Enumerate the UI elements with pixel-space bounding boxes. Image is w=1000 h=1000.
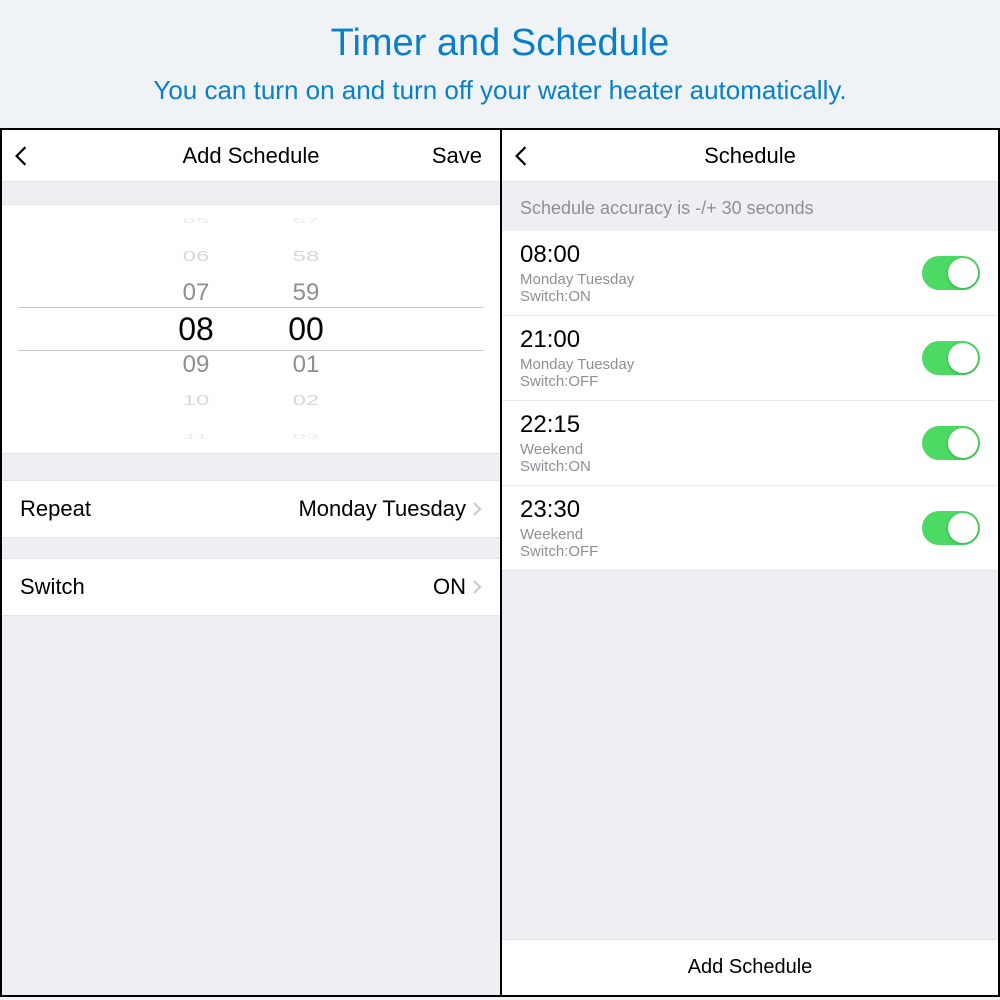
toggle-knob <box>948 428 978 458</box>
hero: Timer and Schedule You can turn on and t… <box>0 0 1000 128</box>
switch-row[interactable]: Switch ON <box>2 558 500 616</box>
minute-wheel[interactable]: 57 58 59 00 01 02 03 <box>271 205 341 453</box>
time-picker[interactable]: 05 06 07 08 09 10 11 57 58 59 00 01 02 0… <box>2 204 500 454</box>
schedule-toggle[interactable] <box>922 341 980 375</box>
schedule-toggle[interactable] <box>922 511 980 545</box>
navbar-schedule: Schedule <box>502 130 998 182</box>
phones-container: Add Schedule Save 05 06 07 08 09 10 11 5… <box>0 128 1000 997</box>
chevron-left-icon <box>14 145 28 167</box>
schedule-toggle[interactable] <box>922 426 980 460</box>
hero-subtitle: You can turn on and turn off your water … <box>0 75 1000 106</box>
chevron-right-icon <box>472 501 482 517</box>
schedule-item[interactable]: 08:00 Monday TuesdaySwitch:ON <box>502 231 998 316</box>
schedule-info: 22:15 WeekendSwitch:ON <box>520 411 922 475</box>
chevron-right-icon <box>472 579 482 595</box>
accuracy-note: Schedule accuracy is -/+ 30 seconds <box>502 182 998 231</box>
schedule-time: 23:30 <box>520 496 922 524</box>
schedule-switch-text: Switch:ON <box>520 458 922 475</box>
switch-value: ON <box>433 574 466 600</box>
toggle-knob <box>948 258 978 288</box>
schedule-switch-text: Switch:OFF <box>520 373 922 390</box>
schedule-item[interactable]: 21:00 Monday TuesdaySwitch:OFF <box>502 316 998 401</box>
back-button[interactable] <box>514 130 550 181</box>
schedule-info: 23:30 WeekendSwitch:OFF <box>520 496 922 560</box>
chevron-left-icon <box>514 145 528 167</box>
schedule-info: 08:00 Monday TuesdaySwitch:ON <box>520 241 922 305</box>
toggle-knob <box>948 343 978 373</box>
schedule-switch-text: Switch:ON <box>520 288 922 305</box>
navbar-add: Add Schedule Save <box>2 130 500 182</box>
schedule-item[interactable]: 23:30 WeekendSwitch:OFF <box>502 486 998 571</box>
schedule-item[interactable]: 22:15 WeekendSwitch:ON <box>502 401 998 486</box>
schedule-switch-text: Switch:OFF <box>520 543 922 560</box>
hero-title: Timer and Schedule <box>0 22 1000 65</box>
add-schedule-button[interactable]: Add Schedule <box>502 939 998 995</box>
page-title: Add Schedule <box>183 143 320 169</box>
toggle-knob <box>948 513 978 543</box>
phone-add-schedule: Add Schedule Save 05 06 07 08 09 10 11 5… <box>2 130 500 995</box>
schedule-days: Monday Tuesday <box>520 271 922 288</box>
switch-label: Switch <box>20 574 433 600</box>
repeat-label: Repeat <box>20 496 298 522</box>
schedule-days: Monday Tuesday <box>520 356 922 373</box>
repeat-value: Monday Tuesday <box>298 496 466 522</box>
back-button[interactable] <box>14 130 50 181</box>
schedule-toggle[interactable] <box>922 256 980 290</box>
page-title: Schedule <box>704 143 796 169</box>
schedule-list: 08:00Monday TuesdaySwitch:ON21:00Monday … <box>502 231 998 571</box>
repeat-row[interactable]: Repeat Monday Tuesday <box>2 480 500 538</box>
schedule-days: Weekend <box>520 441 922 458</box>
hour-wheel[interactable]: 05 06 07 08 09 10 11 <box>161 205 231 453</box>
schedule-time: 21:00 <box>520 326 922 354</box>
schedule-info: 21:00 Monday TuesdaySwitch:OFF <box>520 326 922 390</box>
schedule-time: 22:15 <box>520 411 922 439</box>
schedule-days: Weekend <box>520 526 922 543</box>
phone-schedule-list: Schedule Schedule accuracy is -/+ 30 sec… <box>500 130 998 995</box>
schedule-time: 08:00 <box>520 241 922 269</box>
save-button[interactable]: Save <box>432 130 482 181</box>
